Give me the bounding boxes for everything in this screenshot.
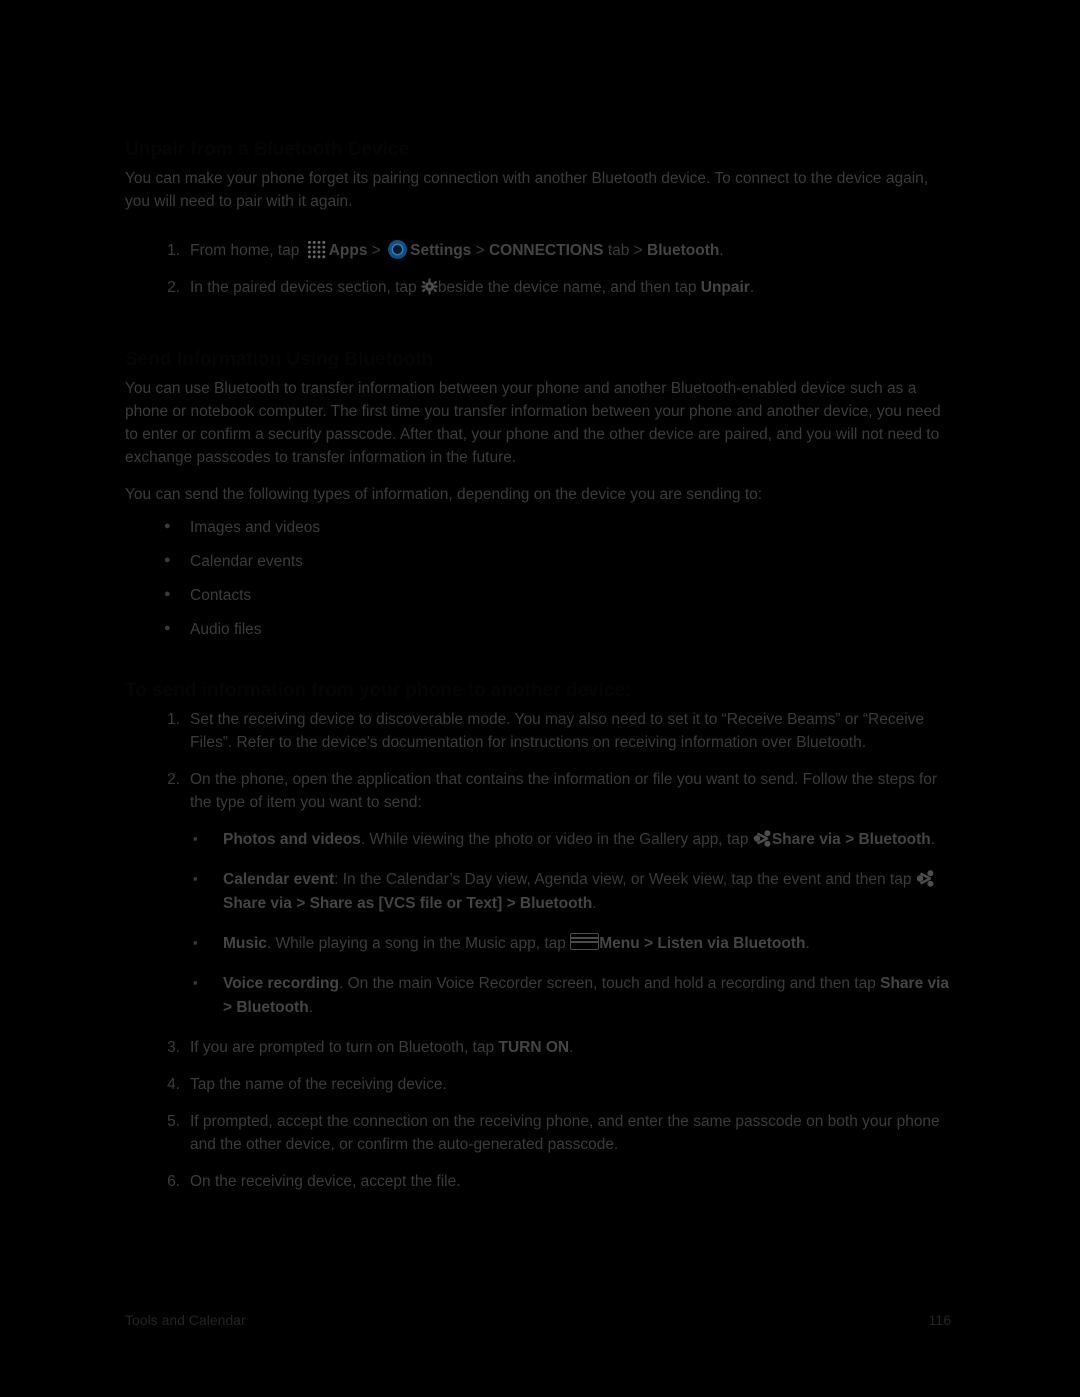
item-type-calendar-event: Calendar event: In the Calendar’s Day vi… [190,867,951,916]
document-page: Unpair from a Bluetooth Device You can m… [0,0,1080,1397]
item-type-text: > [840,831,859,848]
send-step-6: 6. On the receiving device, accept the f… [125,1170,951,1193]
send-subsection-heading: To send information from your phone to a… [125,680,632,701]
step-number: 4. [167,1076,180,1093]
share-via-label: Share via [771,831,841,848]
step-text: If you are prompted to turn on Bluetooth… [190,1039,573,1056]
item-type-photos-videos: Photos and videos. While viewing the pho… [190,827,951,852]
send-step-1: 1. Set the receiving device to discovera… [125,708,951,754]
send-step-4: 4. Tap the name of the receiving device. [125,1073,951,1096]
item-type-label: Music [223,935,267,952]
step-number: 6. [167,1173,180,1190]
page-content: Unpair from a Bluetooth Device You can m… [125,133,951,1207]
send-intro-paragraph-1: You can use Bluetooth to transfer inform… [125,380,941,466]
send-intro-paragraph-2: You can send the following types of info… [125,486,763,503]
bluetooth-label: Bluetooth [647,242,720,259]
item-type-text: . On the main Voice Recorder screen, tou… [339,975,881,992]
item-type-music: Music. While playing a song in the Music… [190,931,951,956]
item-type-label: Calendar event [223,871,335,888]
apps-icon [306,240,326,259]
settings-icon [388,240,408,259]
step-text-fragment: . [569,1039,574,1056]
share-path-label: Share via > Share as [VCS file or Text] … [223,895,593,912]
step-text: On the phone, open the application that … [190,771,938,811]
share-icon [753,830,772,847]
step-text-fragment: . [749,279,755,296]
unpair-label: Unpair [700,279,750,296]
unpair-steps-list: 1. From home, tap Apps > Settings > CONN… [125,239,951,299]
step-text-fragment: beside the device name, and then tap [437,279,701,296]
item-type-text: . While playing a song in the Music app,… [266,935,571,952]
footer-section-label: Tools and Calendar [125,1312,246,1328]
list-item: Contacts [125,583,951,607]
unpair-step-2: 2. In the paired devices section, tap be… [125,276,951,299]
step-text: If prompted, accept the connection on th… [190,1113,940,1153]
list-item: Images and videos [125,515,951,539]
item-type-list: Photos and videos. While viewing the pho… [190,827,951,1020]
step-text-fragment: . [719,242,724,259]
unpair-section-heading: Unpair from a Bluetooth Device [125,139,409,160]
step-text-fragment: > [367,242,386,259]
item-type-label: Photos and videos [223,831,361,848]
step-number: 5. [167,1113,180,1130]
send-step-3: 3. If you are prompted to turn on Blueto… [125,1036,951,1059]
step-text-fragment: In the paired devices section, tap [190,279,421,296]
unpair-step-1: 1. From home, tap Apps > Settings > CONN… [125,239,951,262]
turn-on-label: TURN ON [498,1039,570,1056]
send-step-5: 5. If prompted, accept the connection on… [125,1110,951,1156]
information-types-list: Images and videos Calendar events Contac… [125,515,951,641]
step-text: In the paired devices section, tap besid… [190,278,755,296]
step-number: 2. [167,279,180,296]
page-number: 116 [928,1312,951,1328]
item-type-text: . While viewing the photo or video in th… [360,831,753,848]
send-step-2: 2. On the phone, open the application th… [125,768,951,1020]
connections-tab-label: CONNECTIONS [488,242,604,259]
send-steps-list: 1. Set the receiving device to discovera… [125,708,951,1193]
step-number: 2. [167,771,180,788]
step-text-fragment: If you are prompted to turn on Bluetooth… [190,1039,499,1056]
settings-label: Settings [410,242,472,259]
share-icon [916,870,935,887]
item-type-text: . [308,999,313,1016]
list-item: Audio files [125,617,951,641]
unpair-intro-paragraph: You can make your phone forget its pairi… [125,170,929,210]
item-type-voice-recording: Voice recording. On the main Voice Recor… [190,971,951,1020]
step-number: 1. [167,242,180,259]
item-type-label: Voice recording [223,975,339,992]
step-text: Tap the name of the receiving device. [190,1076,447,1093]
step-number: 1. [167,711,180,728]
apps-label: Apps [328,242,368,259]
step-text: From home, tap Apps > Settings > CONNECT… [190,240,724,259]
item-type-text: . [805,935,810,952]
menu-icon [570,933,600,950]
step-text-fragment: > [471,242,489,259]
page-footer: Tools and Calendar 116 [125,1312,951,1328]
step-text: Set the receiving device to discoverable… [190,711,925,751]
step-text-fragment: tab > [603,242,648,259]
bluetooth-label: Bluetooth [858,831,931,848]
item-type-text: : In the Calendar’s Day view, Agenda vie… [334,871,916,888]
item-type-text: . [930,831,936,848]
item-type-text: . [592,895,597,912]
step-text: On the receiving device, accept the file… [190,1173,461,1190]
gear-icon [421,278,438,295]
step-number: 3. [167,1039,180,1056]
send-section-heading: Send Information Using Bluetooth [125,349,434,370]
list-item: Calendar events [125,549,951,573]
step-text-fragment: From home, tap [190,242,304,259]
menu-path-label: Menu > Listen via Bluetooth [599,935,806,952]
